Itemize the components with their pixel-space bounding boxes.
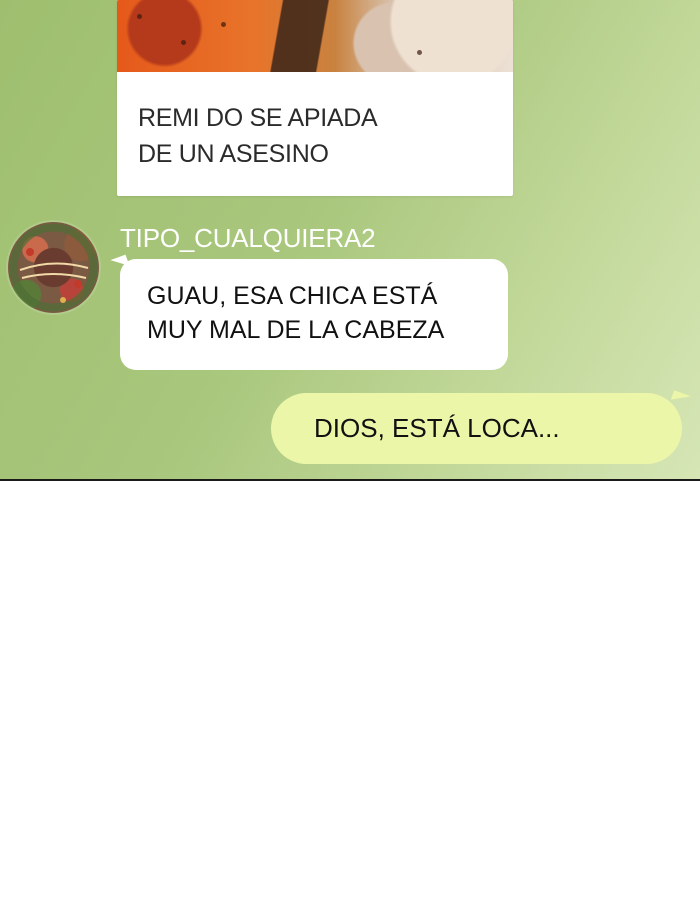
image-fleck	[137, 14, 142, 19]
merry-christmas-wreath-icon	[9, 223, 98, 312]
image-fleck	[181, 40, 186, 45]
image-fleck	[221, 22, 226, 27]
bubble-tail	[110, 254, 130, 272]
incoming-message-bubble[interactable]: GUAU, ESA CHICA ESTÁ MUY MAL DE LA CABEZ…	[110, 254, 508, 370]
outgoing-message-bubble[interactable]: DIOS, ESTÁ LOCA...	[271, 390, 692, 464]
chat-panel: REMI DO SE APIADA DE UN ASESINO TIPO_CUA…	[0, 0, 700, 480]
sender-name[interactable]: TIPO_CUALQUIERA2	[120, 222, 376, 254]
image-fleck	[417, 50, 422, 55]
image-figure	[267, 0, 407, 72]
panel-border	[0, 479, 700, 481]
sender-avatar[interactable]	[8, 222, 99, 313]
incoming-message-text: GUAU, ESA CHICA ESTÁ MUY MAL DE LA CABEZ…	[147, 282, 445, 344]
bubble-tail	[670, 390, 692, 406]
shared-post-caption: REMI DO SE APIADA DE UN ASESINO	[138, 104, 378, 168]
outgoing-message-text: DIOS, ESTÁ LOCA...	[314, 413, 560, 443]
shared-post-card[interactable]: REMI DO SE APIADA DE UN ASESINO	[117, 0, 513, 196]
shared-post-image[interactable]	[117, 0, 513, 72]
